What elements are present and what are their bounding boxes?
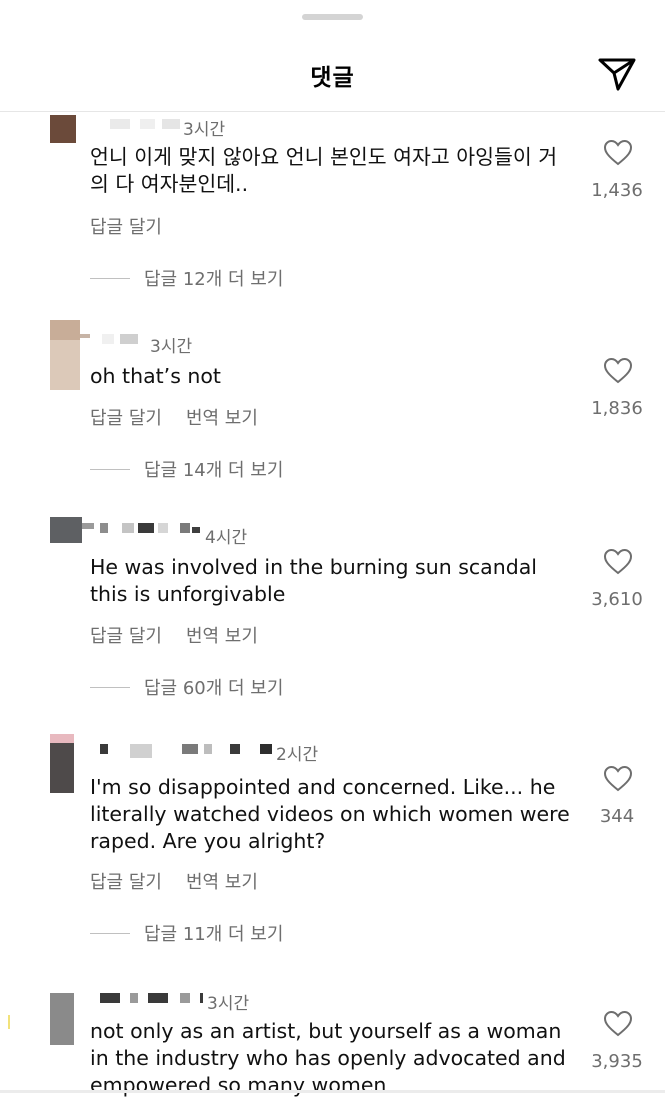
comment-actions: 답글 달기 (90, 213, 186, 239)
translate-button[interactable]: 번역 보기 (186, 626, 258, 647)
heart-icon[interactable] (603, 357, 633, 384)
like-count: 1,836 (591, 398, 643, 419)
like-count: 3,610 (591, 589, 643, 610)
username-redacted[interactable] (100, 744, 275, 758)
like-count: 1,436 (591, 180, 643, 201)
reply-button[interactable]: 답글 달기 (90, 408, 162, 429)
view-replies-label: 답글 14개 더 보기 (144, 460, 284, 481)
comment-text: not only as an artist, but yourself as a… (90, 1019, 566, 1097)
avatar[interactable] (50, 734, 74, 743)
reply-button[interactable]: 답글 달기 (90, 872, 162, 893)
reply-button[interactable]: 답글 달기 (90, 626, 162, 647)
avatar[interactable] (50, 993, 74, 1045)
comment-actions: 답글 달기 번역 보기 (90, 404, 282, 430)
username-redacted[interactable] (90, 119, 180, 129)
send-icon[interactable] (597, 56, 637, 92)
heart-icon[interactable] (603, 1010, 633, 1037)
username-redacted[interactable] (80, 334, 150, 344)
comment-time: 3시간 (183, 120, 226, 140)
avatar-lower (50, 340, 80, 390)
username-redacted[interactable] (82, 523, 202, 533)
heart-icon[interactable] (603, 548, 633, 575)
comment-text: He was involved in the burning sun scand… (90, 555, 538, 606)
avatar[interactable] (50, 115, 76, 143)
like-count: 344 (599, 806, 635, 827)
avatar-accent (8, 1015, 10, 1029)
comments-title: 댓글 (310, 65, 355, 91)
view-replies-label: 답글 12개 더 보기 (144, 269, 284, 290)
view-replies-button[interactable]: 답글 12개 더 보기 (90, 265, 283, 291)
header-divider (0, 111, 665, 112)
comment-time: 3시간 (207, 994, 250, 1014)
view-replies-label: 답글 11개 더 보기 (144, 924, 284, 945)
comment-text: 언니 이게 맞지 않아요 언니 본인도 여자고 아잉들이 거의 다 여자분인데.… (90, 145, 558, 196)
reply-button[interactable]: 답글 달기 (90, 217, 162, 238)
comment-actions: 답글 달기 번역 보기 (90, 868, 282, 894)
comment-time: 3시간 (150, 337, 193, 357)
replies-divider (90, 468, 130, 470)
view-replies-button[interactable]: 답글 60개 더 보기 (90, 674, 283, 700)
heart-icon[interactable] (603, 139, 633, 166)
avatar[interactable] (50, 320, 80, 340)
view-replies-label: 답글 60개 더 보기 (144, 678, 284, 699)
translate-button[interactable]: 번역 보기 (186, 872, 258, 893)
comment-time: 2시간 (276, 745, 319, 765)
avatar[interactable] (50, 517, 82, 543)
heart-icon[interactable] (603, 765, 633, 792)
like-count: 3,935 (591, 1051, 643, 1072)
avatar-lower (50, 743, 74, 793)
comment-time: 4시간 (205, 528, 248, 548)
translate-button[interactable]: 번역 보기 (186, 408, 258, 429)
view-replies-button[interactable]: 답글 14개 더 보기 (90, 456, 283, 482)
comment-actions: 답글 달기 번역 보기 (90, 622, 282, 648)
view-replies-button[interactable]: 답글 11개 더 보기 (90, 920, 283, 946)
comment-text: oh that’s not (90, 364, 221, 388)
replies-divider (90, 686, 130, 688)
replies-divider (90, 932, 130, 934)
comment-text: I'm so disappointed and concerned. Like.… (90, 775, 570, 853)
replies-divider (90, 277, 130, 279)
username-redacted[interactable] (100, 993, 205, 1003)
sheet-drag-handle[interactable] (302, 14, 363, 20)
